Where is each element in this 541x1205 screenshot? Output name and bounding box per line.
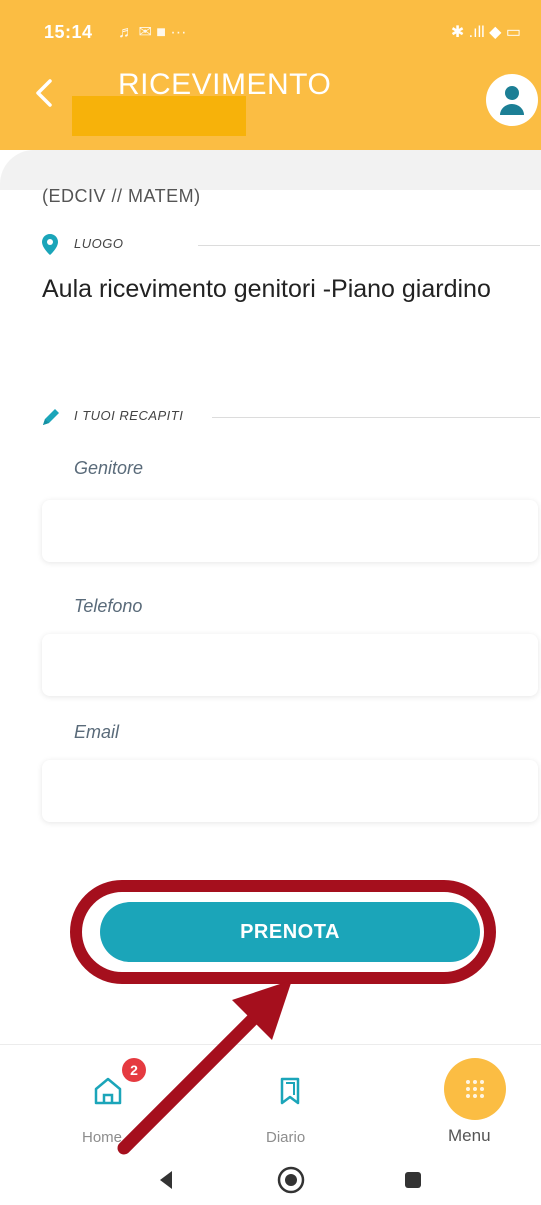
annotation-arrow <box>117 980 292 1155</box>
